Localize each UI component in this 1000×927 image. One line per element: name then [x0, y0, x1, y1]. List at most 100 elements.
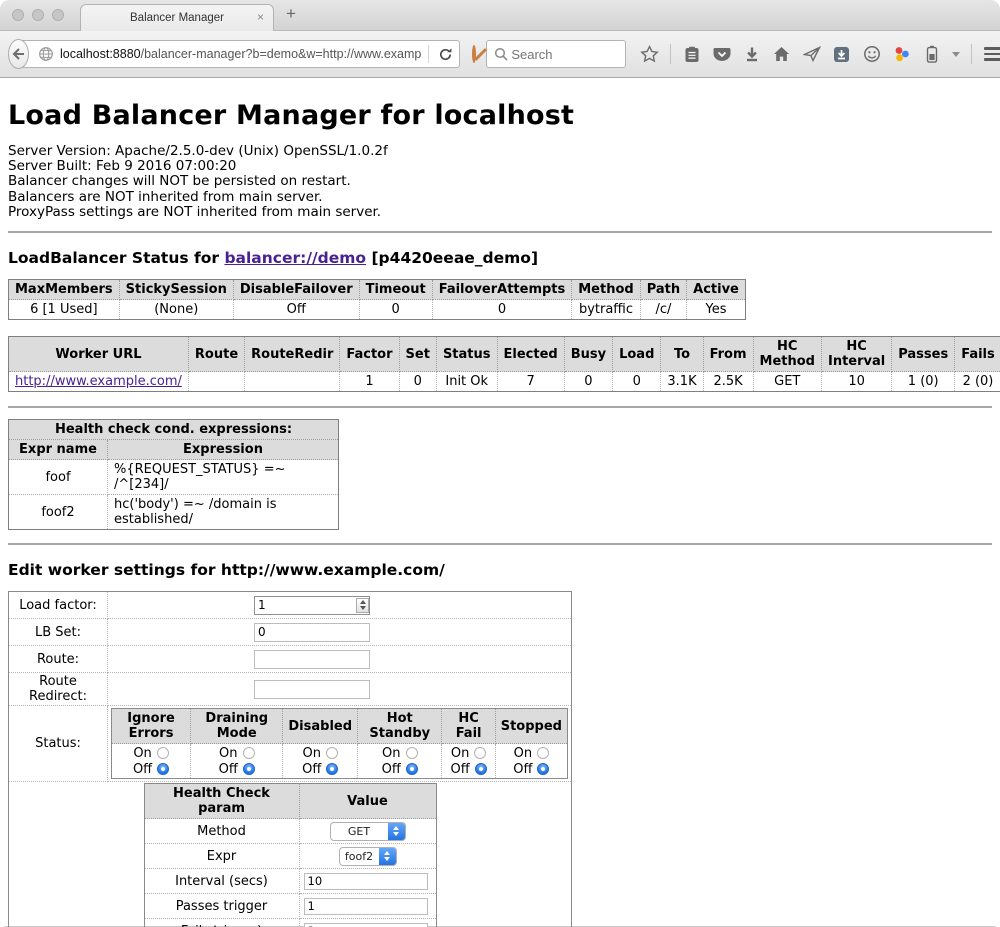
cell-from: 2.5K [703, 372, 753, 392]
fails-input[interactable] [304, 923, 428, 927]
cell-routeredir [245, 372, 340, 392]
radio-off-selected[interactable] [537, 763, 549, 775]
device-battery-icon[interactable] [922, 45, 941, 64]
radio-on[interactable] [243, 747, 255, 759]
browser-window: Balancer Manager × + localhost:8880/bala… [0, 0, 1000, 927]
col-path: Path [640, 280, 686, 300]
search-input[interactable] [509, 46, 613, 63]
url-bar[interactable]: localhost:8880/balancer-manager?b=demo&w… [13, 40, 460, 68]
divider [8, 231, 992, 233]
back-button[interactable] [8, 39, 29, 69]
hc-param-row-passes: Passes trigger [144, 894, 436, 919]
col-factor: Factor [340, 337, 399, 372]
pocket-icon[interactable] [712, 45, 731, 64]
bookmark-star-icon[interactable] [640, 45, 659, 64]
reload-icon[interactable] [436, 45, 455, 64]
col-load: Load [613, 337, 661, 372]
downloads-icon[interactable] [742, 45, 761, 64]
status-options-table: Ignore Errors Draining Mode Disabled Hot… [111, 708, 568, 779]
status-group-hc-fail: On Off [442, 744, 495, 779]
hc-param-row-interval: Interval (secs) [144, 869, 436, 894]
off-label: Off [302, 762, 321, 777]
reading-list-icon[interactable] [682, 45, 701, 64]
status-header-row: Ignore Errors Draining Mode Disabled Hot… [112, 709, 568, 744]
passes-input[interactable] [304, 898, 428, 915]
radio-off-selected[interactable] [157, 763, 169, 775]
radio-on[interactable] [537, 747, 549, 759]
method-select[interactable]: GET [330, 822, 406, 841]
load-factor-input[interactable] [254, 596, 370, 615]
divider [8, 543, 992, 545]
interval-input[interactable] [304, 873, 428, 890]
status-radio-row: On Off On Off On Off [112, 744, 568, 779]
fails-label: Fails trigger) [144, 919, 299, 927]
lb-status-heading-suffix: [p4420eeae_demo] [366, 249, 538, 267]
col-status: Status [436, 337, 497, 372]
col-hc-method: HC Method [753, 337, 821, 372]
server-info: Server Version: Apache/2.5.0-dev (Unix) … [8, 144, 992, 220]
col-draining-mode: Draining Mode [191, 709, 283, 744]
radio-on[interactable] [474, 747, 486, 759]
lb-set-input[interactable] [254, 623, 370, 642]
balancer-status-table: MaxMembers StickySession DisableFailover… [8, 279, 746, 320]
new-tab-button[interactable]: + [286, 4, 296, 24]
worker-url-link[interactable]: http://www.example.com/ [15, 374, 182, 389]
chevron-down-icon[interactable] [952, 52, 960, 57]
form-row-route: Route: [9, 646, 572, 673]
colored-dots-extension-icon[interactable] [892, 45, 911, 64]
radio-on[interactable] [157, 747, 169, 759]
expr-select[interactable]: foof2 [339, 847, 397, 866]
on-label: On [514, 746, 532, 761]
form-row-route-redirect: Route Redirect: [9, 673, 572, 706]
status-group-hot-standby: On Off [358, 744, 442, 779]
url-text[interactable]: localhost:8880/balancer-manager?b=demo&w… [60, 47, 421, 61]
zoom-window-button[interactable] [52, 9, 64, 21]
col-from: From [703, 337, 753, 372]
radio-off-selected[interactable] [406, 763, 418, 775]
hc-params-header-row: Health Check param Value [144, 784, 436, 819]
col-expression: Expression [108, 440, 339, 460]
cell-elected: 7 [497, 372, 564, 392]
hc-expressions-title: Health check cond. expressions: [9, 420, 339, 440]
balancer-demo-link[interactable]: balancer://demo [224, 249, 366, 267]
col-stopped: Stopped [495, 709, 567, 744]
edit-worker-heading: Edit worker settings for http://www.exam… [8, 561, 992, 579]
col-worker-url: Worker URL [9, 337, 189, 372]
radio-on[interactable] [406, 747, 418, 759]
cell-maxmembers: 6 [1 Used] [9, 300, 120, 320]
radio-on[interactable] [326, 747, 338, 759]
radio-off-selected[interactable] [326, 763, 338, 775]
tab-balancer-manager[interactable]: Balancer Manager × [80, 4, 274, 31]
search-bar[interactable] [486, 40, 626, 68]
col-ignore-errors: Ignore Errors [112, 709, 191, 744]
send-plane-icon[interactable] [802, 45, 821, 64]
smiley-feedback-icon[interactable] [862, 45, 881, 64]
cell-hc-method: GET [753, 372, 821, 392]
radio-off-selected[interactable] [243, 763, 255, 775]
cell-path: /c/ [640, 300, 686, 320]
col-routeredir: RouteRedir [245, 337, 340, 372]
menu-hamburger-icon[interactable] [983, 45, 1000, 64]
cell-route [188, 372, 244, 392]
route-input[interactable] [254, 650, 370, 669]
edit-worker-form: Load factor: LB Set: Route: Route Redire… [8, 591, 572, 927]
home-icon[interactable] [772, 45, 791, 64]
close-window-button[interactable] [12, 9, 24, 21]
col-elected: Elected [497, 337, 564, 372]
on-label: On [302, 746, 320, 761]
status-group-stopped: On Off [495, 744, 567, 779]
form-row-load-factor: Load factor: [9, 592, 572, 619]
method-select-value: GET [331, 825, 388, 838]
number-spinner-icon[interactable] [356, 598, 369, 613]
content-blocked-icon[interactable] [472, 45, 476, 63]
route-redirect-input[interactable] [254, 680, 370, 699]
notice-balancers: Balancers are NOT inherited from main se… [8, 190, 992, 205]
interval-label: Interval (secs) [144, 869, 299, 894]
tab-close-icon[interactable]: × [257, 10, 264, 24]
on-label: On [133, 746, 151, 761]
url-path: /balancer-manager?b=demo&w=http://www.ex… [141, 47, 422, 61]
save-to-device-icon[interactable] [832, 45, 851, 64]
minimize-window-button[interactable] [32, 9, 44, 21]
cell-expr-name: foof2 [9, 495, 108, 530]
radio-off-selected[interactable] [475, 763, 487, 775]
